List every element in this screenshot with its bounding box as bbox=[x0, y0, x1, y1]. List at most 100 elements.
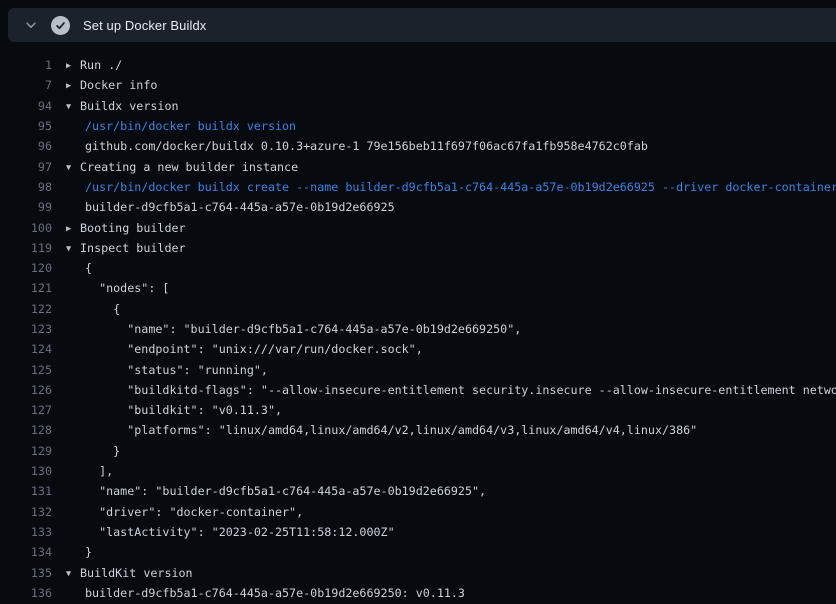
log-line: 122 { bbox=[0, 299, 836, 319]
triangle-down-icon[interactable]: ▼ bbox=[66, 569, 80, 579]
log-line: 128 "platforms": "linux/amd64,linux/amd6… bbox=[0, 420, 836, 440]
output-text: ], bbox=[66, 464, 113, 478]
triangle-down-icon[interactable]: ▼ bbox=[66, 244, 80, 254]
line-number-link[interactable]: 7 bbox=[0, 78, 52, 92]
group-toggle[interactable]: ▶Docker info bbox=[66, 78, 157, 92]
line-number-link[interactable]: 129 bbox=[0, 444, 52, 458]
output-text: "nodes": [ bbox=[66, 281, 169, 295]
output-text: } bbox=[66, 444, 120, 458]
log-line: 98/usr/bin/docker buildx create --name b… bbox=[0, 177, 836, 197]
output-text: builder-d9cfb5a1-c764-445a-a57e-0b19d2e6… bbox=[66, 586, 465, 600]
command-text: /usr/bin/docker buildx version bbox=[66, 119, 296, 133]
log-line: 1 ▶Run ./ bbox=[0, 55, 836, 75]
line-number-link[interactable]: 122 bbox=[0, 302, 52, 316]
triangle-right-icon[interactable]: ▶ bbox=[66, 61, 80, 71]
log-line: 125 "status": "running", bbox=[0, 359, 836, 379]
line-number-link[interactable]: 124 bbox=[0, 342, 52, 356]
triangle-right-icon[interactable]: ▶ bbox=[66, 224, 80, 234]
line-number-link[interactable]: 127 bbox=[0, 403, 52, 417]
line-number-link[interactable]: 1 bbox=[0, 58, 52, 72]
log-line: 127 "buildkit": "v0.11.3", bbox=[0, 400, 836, 420]
log-line: 129 } bbox=[0, 441, 836, 461]
triangle-right-icon[interactable]: ▶ bbox=[66, 81, 80, 91]
log-line: 119 ▼Inspect builder bbox=[0, 238, 836, 258]
log-lines: 1▶Run ./7▶Docker info94▼Buildx version95… bbox=[0, 55, 836, 603]
log-line: 134} bbox=[0, 542, 836, 562]
log-line: 124 "endpoint": "unix:///var/run/docker.… bbox=[0, 339, 836, 359]
log-line: 136 builder-d9cfb5a1-c764-445a-a57e-0b19d… bbox=[0, 583, 836, 603]
line-number-link[interactable]: 119 bbox=[0, 241, 52, 255]
output-text: "name": "builder-d9cfb5a1-c764-445a-a57e… bbox=[66, 322, 521, 336]
group-toggle[interactable]: ▼BuildKit version bbox=[66, 566, 193, 580]
group-toggle[interactable]: ▶Run ./ bbox=[66, 58, 122, 72]
output-text: github.com/docker/buildx 0.10.3+azure-1 … bbox=[66, 139, 648, 153]
log-line: 94 ▼Buildx version bbox=[0, 96, 836, 116]
output-text: { bbox=[66, 302, 120, 316]
output-text: "buildkit": "v0.11.3", bbox=[66, 403, 282, 417]
output-text: "lastActivity": "2023-02-25T11:58:12.000… bbox=[66, 525, 395, 539]
line-number-link[interactable]: 128 bbox=[0, 423, 52, 437]
output-text: "name": "builder-d9cfb5a1-c764-445a-a57e… bbox=[66, 484, 486, 498]
group-title: Creating a new builder instance bbox=[80, 160, 298, 174]
log-line: 120 { bbox=[0, 258, 836, 278]
line-number-link[interactable]: 132 bbox=[0, 505, 52, 519]
line-number-link[interactable]: 97 bbox=[0, 160, 52, 174]
log-line: 7 ▶Docker info bbox=[0, 75, 836, 95]
log-line: 96 github.com/docker/buildx 0.10.3+azure-… bbox=[0, 136, 836, 156]
group-toggle[interactable]: ▶Booting builder bbox=[66, 221, 186, 235]
log-line: 133 "lastActivity": "2023-02-25T11:58:12… bbox=[0, 522, 836, 542]
log-line: 123 "name": "builder-d9cfb5a1-c764-445a-… bbox=[0, 319, 836, 339]
group-toggle[interactable]: ▼Inspect builder bbox=[66, 241, 186, 255]
output-text: "status": "running", bbox=[66, 363, 268, 377]
group-toggle[interactable]: ▼Buildx version bbox=[66, 99, 179, 113]
group-toggle[interactable]: ▼Creating a new builder instance bbox=[66, 160, 298, 174]
log-line: 126 "buildkitd-flags": "--allow-insecure… bbox=[0, 380, 836, 400]
line-number-link[interactable]: 96 bbox=[0, 139, 52, 153]
output-text: } bbox=[66, 545, 92, 559]
log-line: 97 ▼Creating a new builder instance bbox=[0, 156, 836, 176]
line-number-link[interactable]: 134 bbox=[0, 545, 52, 559]
triangle-down-icon[interactable]: ▼ bbox=[66, 163, 80, 173]
log-line: 130 ], bbox=[0, 461, 836, 481]
group-title: Booting builder bbox=[80, 221, 186, 235]
line-number-link[interactable]: 120 bbox=[0, 261, 52, 275]
check-circle-icon bbox=[51, 16, 70, 35]
step-header[interactable]: Set up Docker Buildx bbox=[8, 8, 836, 42]
output-text: builder-d9cfb5a1-c764-445a-a57e-0b19d2e6… bbox=[66, 200, 395, 214]
line-number-link[interactable]: 133 bbox=[0, 525, 52, 539]
log-line: 121 "nodes": [ bbox=[0, 278, 836, 298]
line-number-link[interactable]: 125 bbox=[0, 363, 52, 377]
log-line: 131 "name": "builder-d9cfb5a1-c764-445a-… bbox=[0, 481, 836, 501]
triangle-down-icon[interactable]: ▼ bbox=[66, 102, 80, 112]
line-number-link[interactable]: 95 bbox=[0, 119, 52, 133]
line-number-link[interactable]: 135 bbox=[0, 566, 52, 580]
output-text: "endpoint": "unix:///var/run/docker.sock… bbox=[66, 342, 423, 356]
line-number-link[interactable]: 94 bbox=[0, 99, 52, 113]
line-number-link[interactable]: 126 bbox=[0, 383, 52, 397]
command-text: /usr/bin/docker buildx create --name bui… bbox=[66, 180, 836, 194]
output-text: "driver": "docker-container", bbox=[66, 505, 303, 519]
line-number-link[interactable]: 100 bbox=[0, 221, 52, 235]
group-title: Inspect builder bbox=[80, 241, 186, 255]
line-number-link[interactable]: 99 bbox=[0, 200, 52, 214]
log-line: 99 builder-d9cfb5a1-c764-445a-a57e-0b19d2… bbox=[0, 197, 836, 217]
output-text: "platforms": "linux/amd64,linux/amd64/v2… bbox=[66, 423, 697, 437]
log-line: 132 "driver": "docker-container", bbox=[0, 502, 836, 522]
group-title: Run ./ bbox=[80, 58, 122, 72]
group-title: Buildx version bbox=[80, 99, 179, 113]
chevron-down-icon[interactable] bbox=[20, 14, 42, 36]
log-line: 135 ▼BuildKit version bbox=[0, 562, 836, 582]
log-line: 95/usr/bin/docker buildx version bbox=[0, 116, 836, 136]
group-title: BuildKit version bbox=[80, 566, 193, 580]
line-number-link[interactable]: 121 bbox=[0, 281, 52, 295]
output-text: { bbox=[66, 261, 92, 275]
output-text: "buildkitd-flags": "--allow-insecure-ent… bbox=[66, 383, 836, 397]
line-number-link[interactable]: 136 bbox=[0, 586, 52, 600]
group-title: Docker info bbox=[80, 78, 157, 92]
line-number-link[interactable]: 131 bbox=[0, 484, 52, 498]
line-number-link[interactable]: 98 bbox=[0, 180, 52, 194]
step-title: Set up Docker Buildx bbox=[83, 18, 206, 33]
line-number-link[interactable]: 130 bbox=[0, 464, 52, 478]
log-line: 100 ▶Booting builder bbox=[0, 217, 836, 237]
line-number-link[interactable]: 123 bbox=[0, 322, 52, 336]
